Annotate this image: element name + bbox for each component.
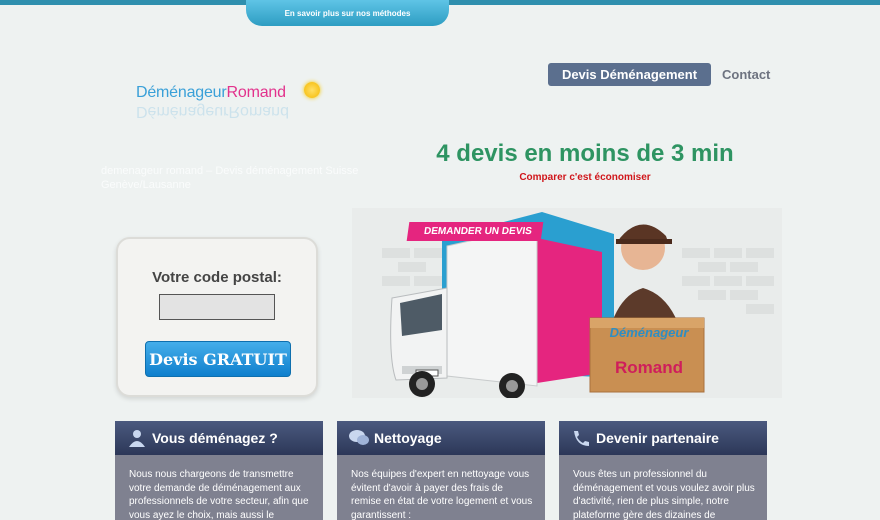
box-label-line2: Romand — [615, 358, 683, 377]
logo-reflection: DéménageurRomand — [136, 103, 289, 120]
logo-part2: Romand — [226, 84, 286, 101]
sun-icon — [304, 82, 320, 98]
person-icon — [129, 430, 145, 447]
card-vous-demenagez[interactable]: Vous déménagez ? Nous nous chargeons de … — [115, 421, 323, 520]
nav-contact[interactable]: Contact — [722, 67, 770, 82]
hero-banner[interactable]: DEMANDER UN DEVIS Déménageur Romand — [352, 208, 782, 398]
card-text: Nos équipes d'expert en nettoyage vous é… — [351, 469, 533, 520]
card-text: Vous êtes un professionnel du déménageme… — [573, 469, 755, 520]
logo-part1: Déménageur — [136, 84, 227, 101]
learn-more-tab[interactable]: En savoir plus sur nos méthodes — [246, 0, 449, 26]
card-nettoyage[interactable]: Nettoyage Nos équipes d'expert en nettoy… — [337, 421, 545, 520]
card-title: Nettoyage — [374, 430, 442, 446]
card-title: Vous déménagez ? — [152, 430, 278, 446]
card-header: Vous déménagez ? — [115, 421, 323, 455]
chat-icon — [349, 430, 369, 445]
card-header: Devenir partenaire — [559, 421, 767, 455]
nav-devis-demenagement[interactable]: Devis Déménagement — [548, 63, 711, 86]
subheadline: Comparer c'est économiser — [519, 172, 651, 183]
postal-label: Votre code postal: — [152, 269, 282, 286]
devis-gratuit-button[interactable]: Devis GRATUIT — [145, 341, 291, 377]
card-text: Nous nous chargeons de transmettre votre… — [129, 469, 309, 520]
phone-icon — [574, 431, 589, 446]
demander-devis-tag[interactable]: DEMANDER UN DEVIS — [406, 222, 544, 241]
postal-form: Votre code postal: Devis GRATUIT — [116, 237, 318, 397]
card-devenir-partenaire[interactable]: Devenir partenaire Vous êtes un professi… — [559, 421, 767, 520]
postal-code-input[interactable] — [159, 294, 275, 320]
card-header: Nettoyage — [337, 421, 545, 455]
site-tagline: demenageur romand – Devis déménagement S… — [101, 165, 359, 191]
box-label-line1: Déménageur — [609, 325, 689, 340]
logo[interactable]: DéménageurRomand DéménageurRomand — [136, 82, 326, 128]
logo-text: DéménageurRomand — [136, 84, 326, 102]
headline: 4 devis en moins de 3 min — [436, 140, 734, 167]
card-title: Devenir partenaire — [596, 430, 719, 446]
